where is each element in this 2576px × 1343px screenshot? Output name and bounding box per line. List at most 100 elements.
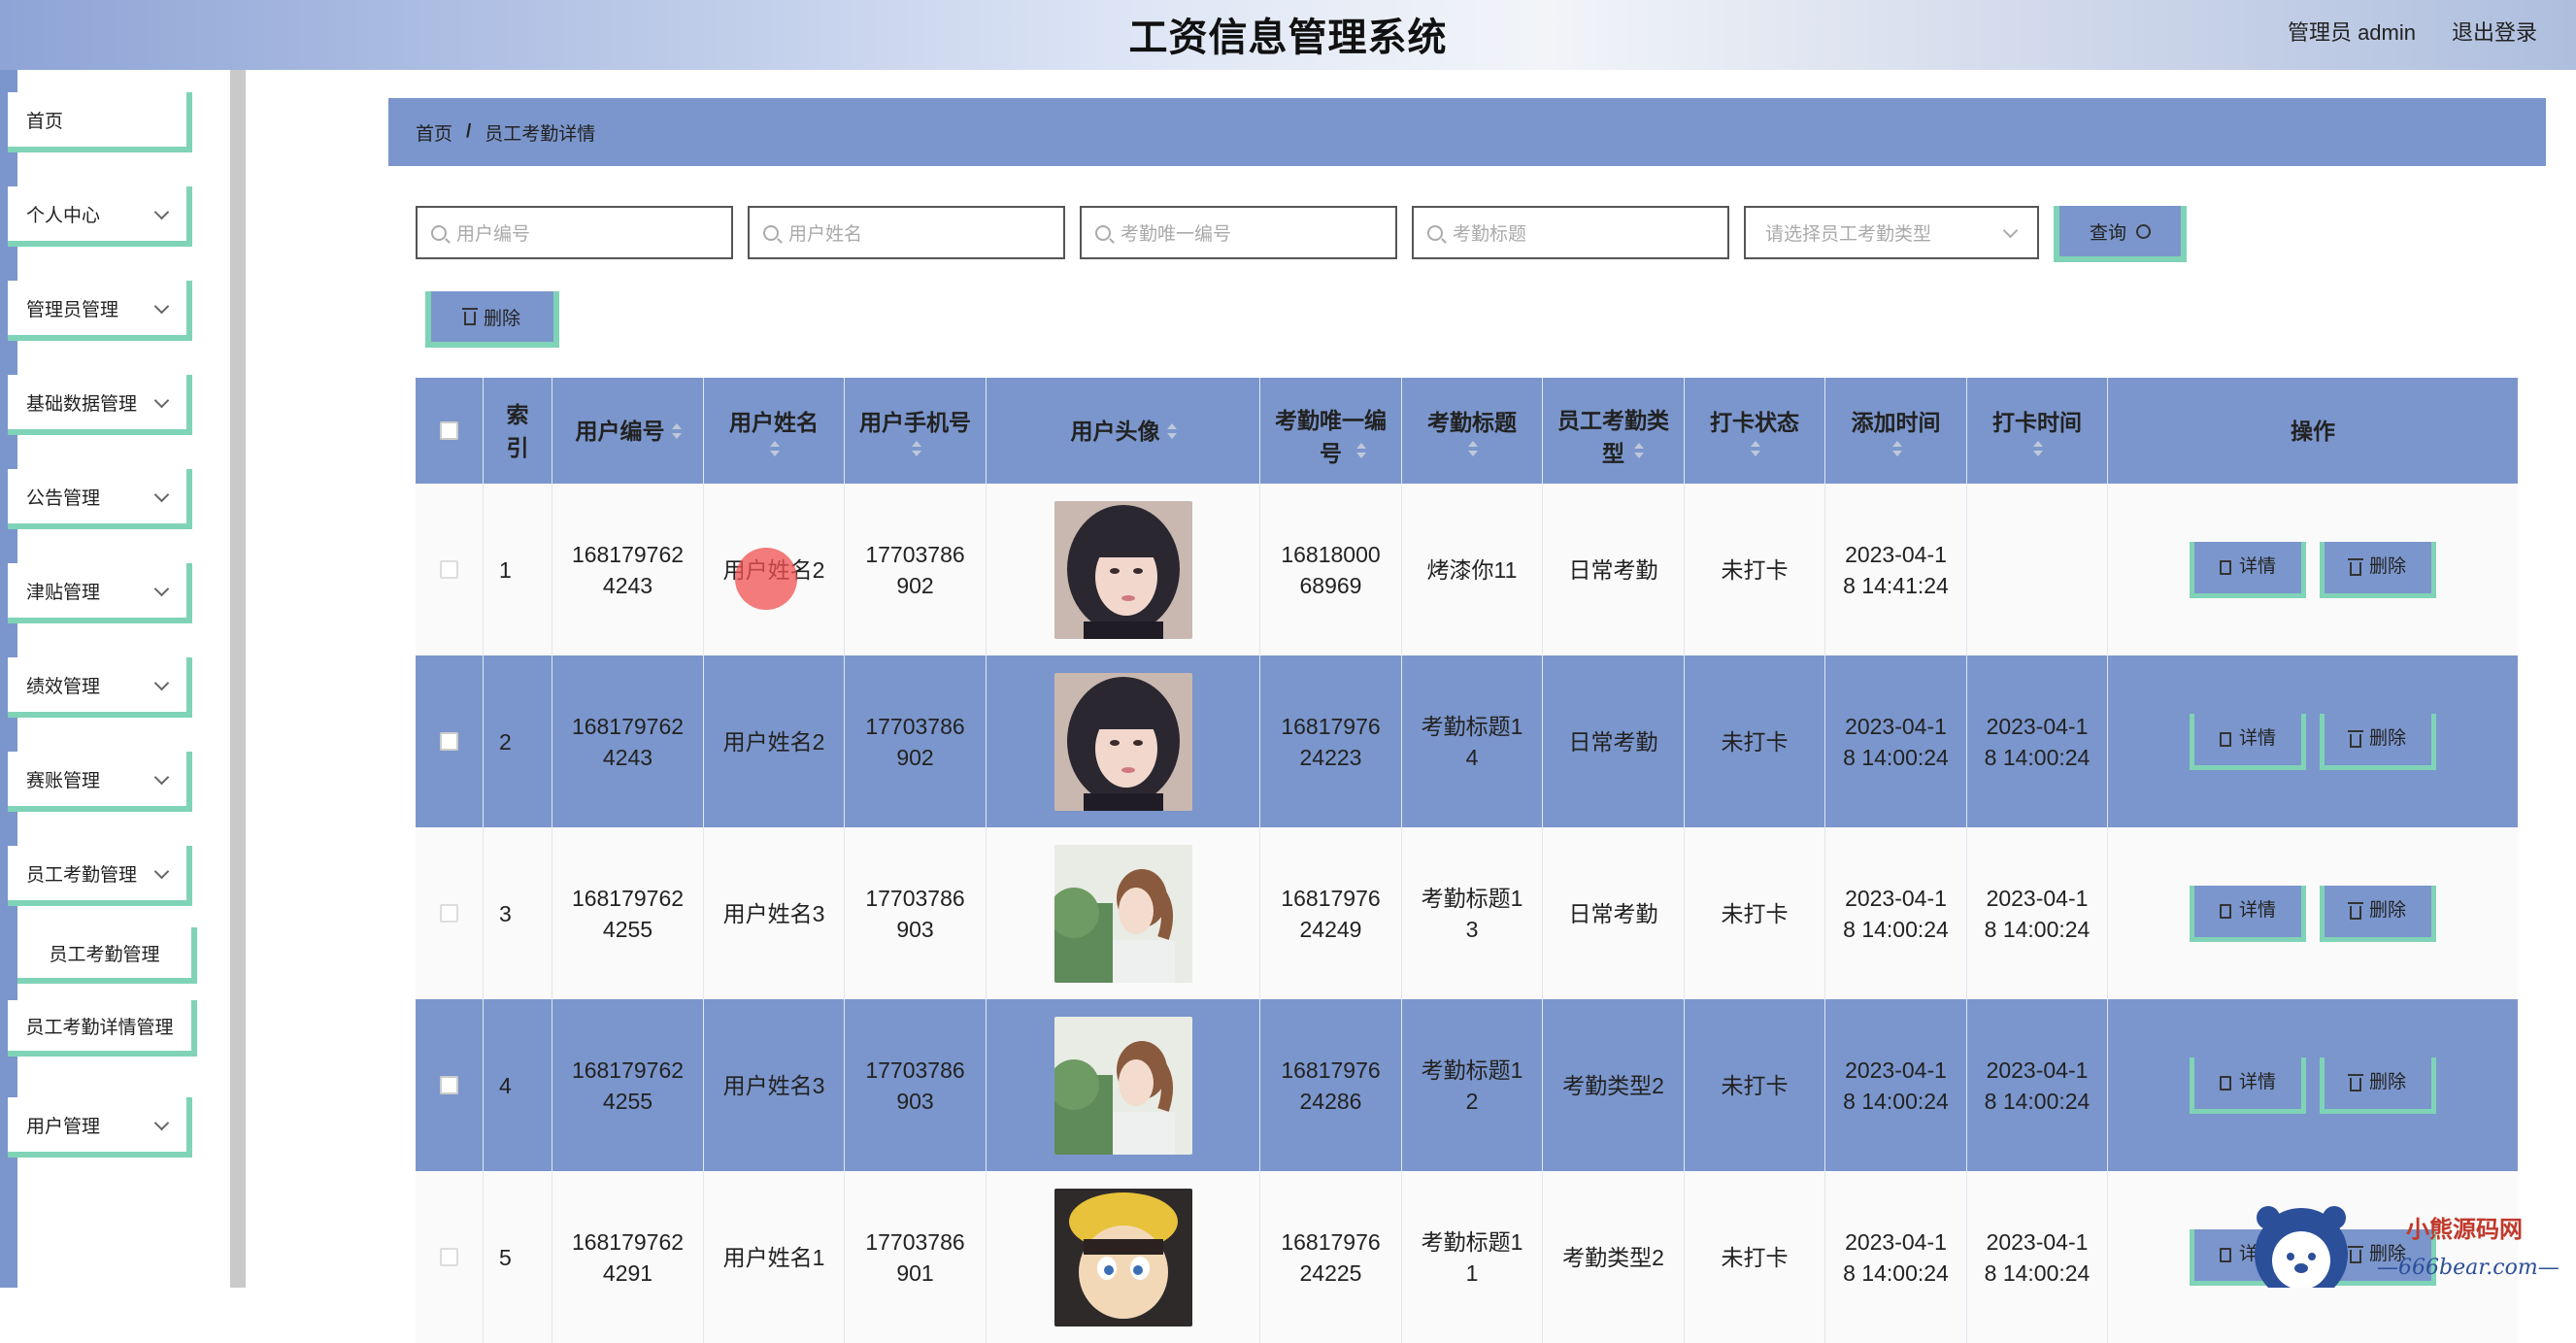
cell-user-name-text: 用户姓名1	[722, 1244, 825, 1270]
sidebar-item-1[interactable]: 个人中心	[8, 186, 192, 247]
cell-phone-text: 17703786 901	[865, 1228, 965, 1286]
cell-title: 考勤标题1 2	[1402, 999, 1543, 1171]
sidebar-item-5[interactable]: 津贴管理	[8, 563, 192, 623]
cell-select[interactable]	[416, 484, 484, 655]
breadcrumb-home[interactable]: 首页	[416, 119, 452, 146]
cell-user-no: 168179762 4255	[552, 827, 704, 999]
cell-punch: 2023-04-1 8 14:00:24	[1967, 827, 2108, 999]
cell-type: 考勤类型2	[1543, 999, 1685, 1171]
avatar-image	[1054, 500, 1192, 639]
header-avatar[interactable]: 用户头像	[987, 378, 1260, 484]
sort-icon[interactable]	[911, 440, 921, 456]
detail-button[interactable]: 详情	[2190, 1057, 2306, 1114]
table-row: 1168179762 4243用户姓名217703786 90216818000…	[416, 484, 2518, 655]
detail-button[interactable]: 详情	[2190, 713, 2306, 770]
watermark-brand: 小熊源码网	[2406, 1215, 2523, 1243]
attend-type-select[interactable]: 请选择员工考勤类型	[1744, 206, 2039, 259]
row-delete-button[interactable]: 删除	[2320, 541, 2436, 598]
header-attend-no[interactable]: 考勤唯一编号	[1260, 378, 1402, 484]
header-phone[interactable]: 用户手机号	[845, 378, 987, 484]
cell-user-no-text: 168179762 4255	[571, 1057, 685, 1114]
cell-phone-text: 17703786 903	[865, 885, 965, 942]
detail-button[interactable]: 详情	[2190, 885, 2306, 942]
header-status[interactable]: 打卡状态	[1685, 378, 1825, 484]
sidebar-subitem-label: 员工考勤管理	[49, 944, 160, 965]
select-all-checkbox[interactable]	[440, 421, 458, 440]
cell-phone-text: 17703786 902	[865, 713, 965, 770]
cell-attend-no-text: 16817976 24249	[1281, 885, 1381, 942]
sidebar-subitem-1[interactable]: 员工考勤详情管理	[8, 1000, 197, 1057]
cell-type-text: 日常考勤	[1568, 556, 1658, 583]
sidebar-item-2[interactable]: 管理员管理	[8, 281, 192, 341]
header-title[interactable]: 考勤标题	[1402, 378, 1543, 484]
sidebar-subitem-0[interactable]: 员工考勤管理	[17, 927, 197, 984]
document-icon	[2219, 1075, 2231, 1091]
row-checkbox[interactable]	[440, 1076, 458, 1094]
header-user-name[interactable]: 用户姓名	[704, 378, 845, 484]
attend-no-input[interactable]: 考勤唯一编号	[1080, 206, 1397, 259]
batch-delete-button[interactable]: 删除	[425, 291, 559, 348]
row-delete-button[interactable]: 删除	[2320, 885, 2436, 942]
cell-status-text: 未打卡	[1721, 900, 1789, 926]
header-punch[interactable]: 打卡时间	[1967, 378, 2108, 484]
avatar-image	[1054, 1188, 1192, 1326]
cell-added-text: 2023-04-1 8 14:00:24	[1843, 713, 1949, 770]
chevron-down-icon	[2002, 222, 2019, 239]
row-checkbox[interactable]	[440, 560, 458, 579]
sort-icon[interactable]	[1355, 442, 1366, 458]
row-checkbox[interactable]	[440, 904, 458, 923]
sort-icon[interactable]	[671, 422, 682, 439]
cell-select[interactable]	[416, 655, 484, 827]
header-select-all[interactable]	[416, 378, 484, 484]
sort-icon[interactable]	[769, 440, 780, 456]
cell-select[interactable]	[416, 1171, 484, 1343]
header-added[interactable]: 添加时间	[1825, 378, 1967, 484]
trash-icon	[2347, 1074, 2363, 1091]
cell-avatar	[987, 484, 1260, 655]
row-delete-button[interactable]: 删除	[2320, 1057, 2436, 1114]
cell-added: 2023-04-1 8 14:00:24	[1825, 655, 1967, 827]
row-delete-button[interactable]: 删除	[2320, 713, 2436, 770]
cell-user-no-text: 168179762 4291	[571, 1228, 685, 1286]
cell-index: 4	[484, 999, 552, 1171]
sort-icon[interactable]	[2032, 440, 2043, 456]
sidebar-item-6[interactable]: 绩效管理	[8, 657, 192, 718]
cell-punch-text: 2023-04-1 8 14:00:24	[1984, 885, 2091, 942]
cell-punch-text: 2023-04-1 8 14:00:24	[1984, 713, 2091, 770]
sidebar-item-users[interactable]: 用户管理	[8, 1097, 192, 1158]
logout-link[interactable]: 退出登录	[2452, 16, 2537, 47]
sidebar-item-0[interactable]: 首页	[8, 92, 192, 152]
cell-attend-no-text: 16817976 24225	[1281, 1228, 1381, 1286]
sidebar-item-label: 员工考勤管理	[26, 864, 138, 886]
cell-index: 2	[484, 655, 552, 827]
sort-icon[interactable]	[1166, 422, 1177, 439]
attend-title-input[interactable]: 考勤标题	[1412, 206, 1729, 259]
sort-icon[interactable]	[1891, 440, 1902, 456]
cell-select[interactable]	[416, 999, 484, 1171]
query-button[interactable]: 查询	[2054, 206, 2187, 262]
header-avatar-label: 用户头像	[1070, 418, 1160, 444]
sort-icon[interactable]	[1633, 442, 1644, 458]
sidebar-item-8[interactable]: 员工考勤管理	[8, 846, 192, 906]
document-icon	[2219, 559, 2231, 575]
sidebar-scrollbar[interactable]	[230, 70, 246, 1288]
user-name-input[interactable]: 用户姓名	[748, 206, 1065, 259]
row-checkbox[interactable]	[440, 732, 458, 751]
detail-label: 详情	[2238, 728, 2276, 749]
cell-user-no: 168179762 4243	[552, 484, 704, 655]
cell-title: 考勤标题1 3	[1402, 827, 1543, 999]
sidebar-item-3[interactable]: 基础数据管理	[8, 375, 192, 435]
sidebar-item-7[interactable]: 赛账管理	[8, 752, 192, 812]
sidebar-item-4[interactable]: 公告管理	[8, 469, 192, 529]
sort-icon[interactable]	[1467, 440, 1478, 456]
row-checkbox[interactable]	[440, 1248, 458, 1266]
header-punch-label: 打卡时间	[1992, 409, 2082, 435]
cell-select[interactable]	[416, 827, 484, 999]
cell-punch: 2023-04-1 8 14:00:24	[1967, 1171, 2108, 1343]
header-type[interactable]: 员工考勤类型	[1543, 378, 1685, 484]
cell-attend-no-text: 16817976 24286	[1281, 1057, 1381, 1114]
header-user-no[interactable]: 用户编号	[552, 378, 704, 484]
user-no-input[interactable]: 用户编号	[416, 206, 733, 259]
sort-icon[interactable]	[1750, 440, 1760, 456]
detail-button[interactable]: 详情	[2190, 541, 2306, 598]
